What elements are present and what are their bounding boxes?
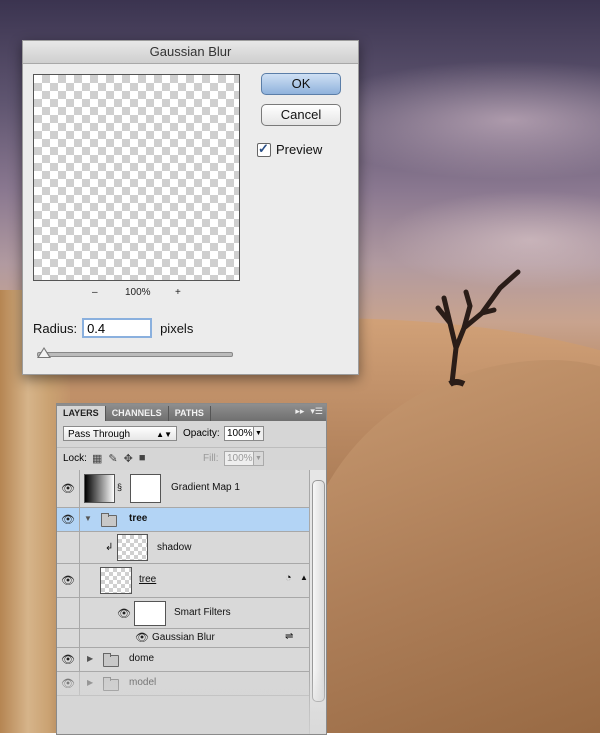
lock-transparent-icon[interactable]: ▦	[92, 452, 102, 465]
fill-label: Fill:	[203, 453, 219, 464]
expand-triangle-icon[interactable]: ▶	[87, 678, 93, 687]
lock-icons: ▦ ✎ ✥ ■	[92, 452, 146, 465]
panel-controls: ▸▸ ▾☰	[295, 406, 323, 417]
visibility-column: 👁	[57, 648, 80, 671]
visibility-column	[57, 532, 80, 563]
layer-name: Gaussian Blur	[152, 632, 215, 643]
eye-icon[interactable]: 👁	[61, 653, 75, 666]
radius-row: Radius: pixels	[33, 318, 193, 338]
preview-checkbox[interactable]	[257, 141, 271, 157]
opacity-label: Opacity:	[183, 428, 220, 439]
zoom-level: 100%	[125, 287, 151, 298]
panel-menu-icon[interactable]: ▾☰	[310, 406, 323, 417]
smart-filters-row[interactable]: 👁 Smart Filters	[57, 598, 309, 629]
eye-icon[interactable]: 👁	[61, 677, 75, 690]
folder-icon	[101, 513, 117, 527]
folder-icon	[103, 653, 119, 667]
visibility-column: 👁	[57, 672, 80, 695]
layer-name: dome	[129, 653, 155, 664]
folder-icon	[103, 677, 119, 691]
preview-checkbox-row[interactable]: Preview	[257, 141, 323, 157]
layer-row[interactable]: 👁 § Gradient Map 1	[57, 470, 309, 508]
layer-row[interactable]: ↲ shadow	[57, 532, 309, 564]
filter-mask-thumbnail	[134, 601, 166, 626]
radius-unit: pixels	[160, 320, 194, 336]
layers-scrollbar[interactable]	[309, 470, 326, 734]
filter-options-icon[interactable]: ⇌	[285, 631, 293, 642]
visibility-column: 👁	[57, 470, 80, 507]
opacity-dropdown-icon[interactable]: ▼	[253, 426, 264, 441]
cancel-button[interactable]: Cancel	[261, 104, 341, 126]
tab-paths[interactable]: PATHS	[169, 406, 211, 421]
visibility-column: 👁	[57, 508, 80, 531]
layer-group-row[interactable]: 👁 ▼ tree	[57, 508, 309, 532]
layer-name: shadow	[157, 542, 192, 553]
smart-object-thumbnail	[100, 567, 132, 594]
filter-row[interactable]: 👁 Gaussian Blur ⇌	[57, 629, 309, 648]
layer-group-row[interactable]: 👁 ▶ dome	[57, 648, 309, 672]
lock-label: Lock:	[63, 453, 87, 464]
expand-triangle-icon[interactable]: ▶	[87, 654, 93, 663]
visibility-column	[57, 629, 80, 647]
blend-mode-value: Pass Through	[68, 429, 131, 440]
mask-thumbnail	[130, 474, 161, 503]
preview-label: Preview	[276, 142, 323, 157]
layer-name: model	[129, 677, 157, 688]
smart-filter-icon[interactable]: ◔	[285, 572, 292, 584]
eye-icon[interactable]: 👁	[135, 631, 149, 644]
layer-group-row[interactable]: 👁 ▶ model	[57, 672, 309, 696]
fill-dropdown-icon[interactable]: ▼	[253, 451, 264, 466]
opacity-input[interactable]: 100%	[224, 426, 256, 441]
layer-name: tree	[139, 574, 157, 585]
zoom-out-button[interactable]: –	[92, 287, 98, 298]
radius-slider-track[interactable]	[37, 352, 233, 357]
dialog-title: Gaussian Blur	[23, 41, 358, 64]
tab-channels[interactable]: CHANNELS	[106, 406, 169, 421]
layer-name: Gradient Map 1	[171, 482, 240, 493]
clipping-arrow-icon: ↲	[105, 542, 114, 553]
filter-preview[interactable]	[33, 74, 240, 281]
link-icon[interactable]: §	[117, 482, 122, 492]
radius-slider-thumb[interactable]	[37, 347, 51, 358]
lock-brush-icon[interactable]: ✎	[108, 452, 117, 465]
eye-icon[interactable]: 👁	[117, 607, 131, 620]
visibility-column	[57, 598, 80, 628]
visibility-column: 👁	[57, 564, 80, 597]
layers-panel: LAYERS CHANNELS PATHS ▸▸ ▾☰ Pass Through…	[56, 403, 327, 735]
ok-button[interactable]: OK	[261, 73, 341, 95]
layer-name: tree	[129, 513, 148, 524]
radius-label: Radius:	[33, 320, 78, 336]
gaussian-blur-dialog: Gaussian Blur – 100% + OK Cancel Preview…	[22, 40, 359, 375]
eye-icon[interactable]: 👁	[61, 482, 75, 495]
layer-row[interactable]: 👁 tree ◔ ▲	[57, 564, 309, 598]
lock-row: Lock: ▦ ✎ ✥ ■ Fill: 100% ▼	[57, 448, 326, 471]
scroll-up-icon[interactable]: ▲	[300, 573, 308, 582]
tab-layers[interactable]: LAYERS	[57, 406, 106, 421]
eye-icon[interactable]: 👁	[61, 574, 75, 587]
radius-input[interactable]	[82, 318, 153, 338]
collapse-icon[interactable]: ▸▸	[295, 406, 304, 417]
fill-input[interactable]: 100%	[224, 451, 256, 466]
blend-opacity-row: Pass Through ▲▼ Opacity: 100% ▼	[57, 421, 326, 448]
adjustment-thumbnail	[84, 474, 115, 503]
zoom-in-button[interactable]: +	[175, 287, 181, 298]
lock-move-icon[interactable]: ✥	[124, 452, 133, 465]
layer-name: Smart Filters	[174, 607, 231, 618]
scrollbar-thumb[interactable]	[312, 480, 325, 702]
layer-list: 👁 § Gradient Map 1 👁 ▼ tree ↲ shadow 👁 t…	[57, 470, 309, 696]
lock-all-icon[interactable]: ■	[139, 452, 146, 465]
expand-triangle-icon[interactable]: ▼	[84, 514, 92, 523]
layer-thumbnail	[117, 534, 148, 561]
dead-tree	[435, 269, 521, 387]
eye-icon[interactable]: 👁	[61, 513, 75, 526]
updown-arrow-icon: ▲▼	[156, 430, 172, 439]
panel-tabs: LAYERS CHANNELS PATHS ▸▸ ▾☰	[57, 404, 326, 421]
blend-mode-select[interactable]: Pass Through ▲▼	[63, 426, 177, 441]
